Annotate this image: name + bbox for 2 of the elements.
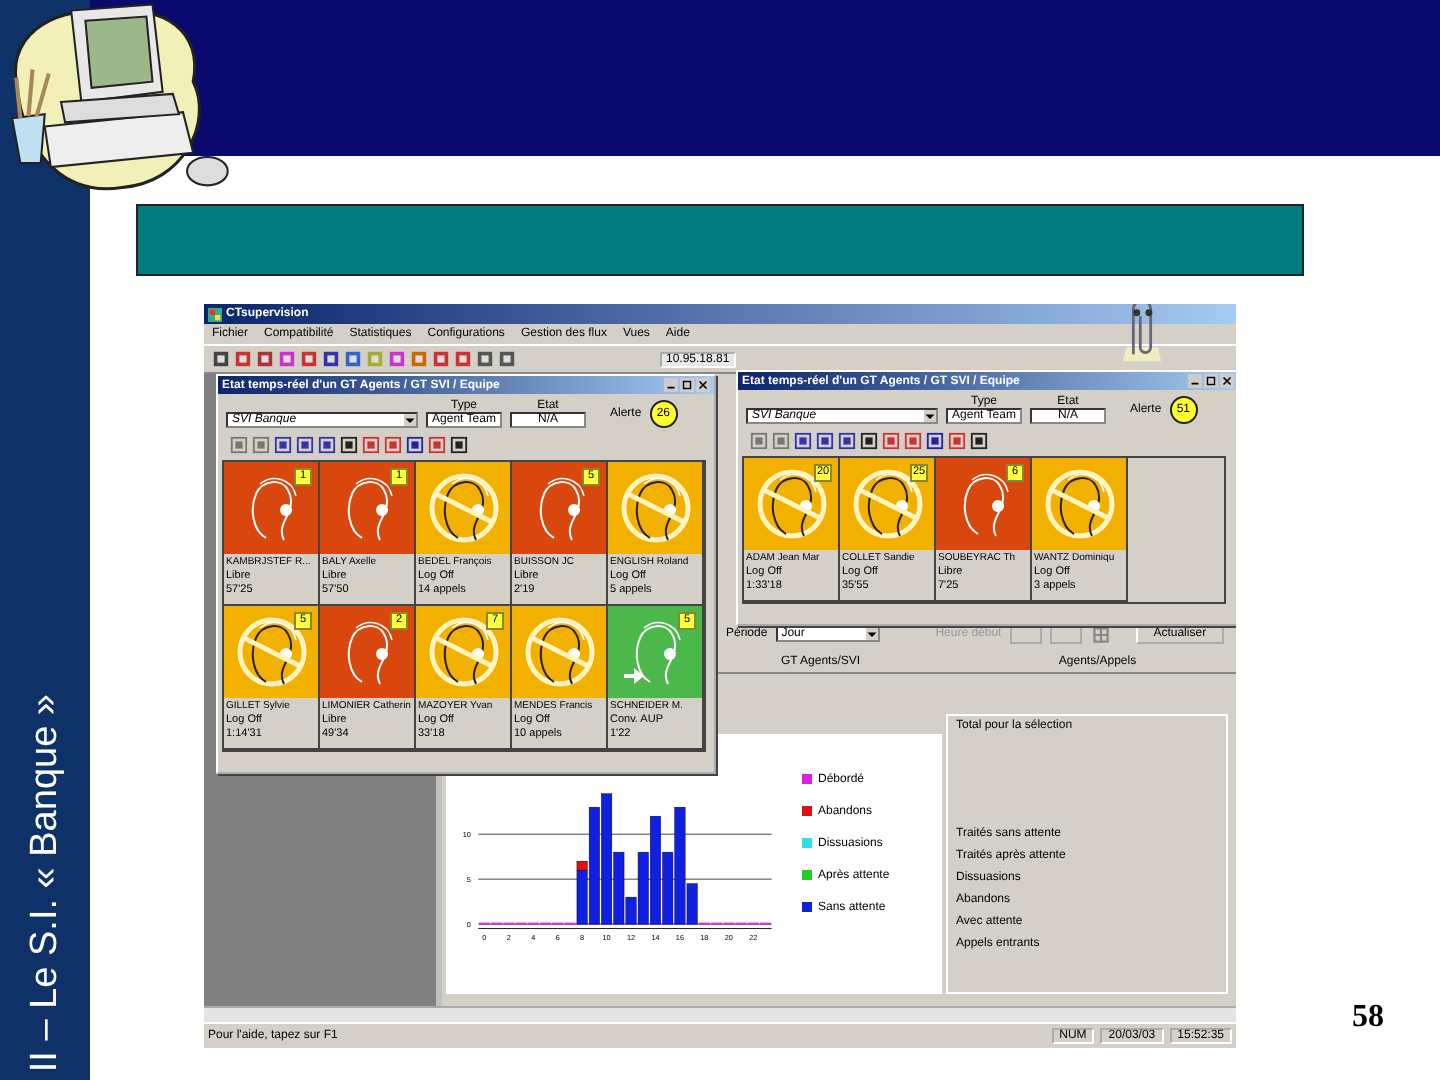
page-number: 58 [1352,1000,1384,1036]
side-title: II – Le S.I. « Banque » [23,693,67,1072]
